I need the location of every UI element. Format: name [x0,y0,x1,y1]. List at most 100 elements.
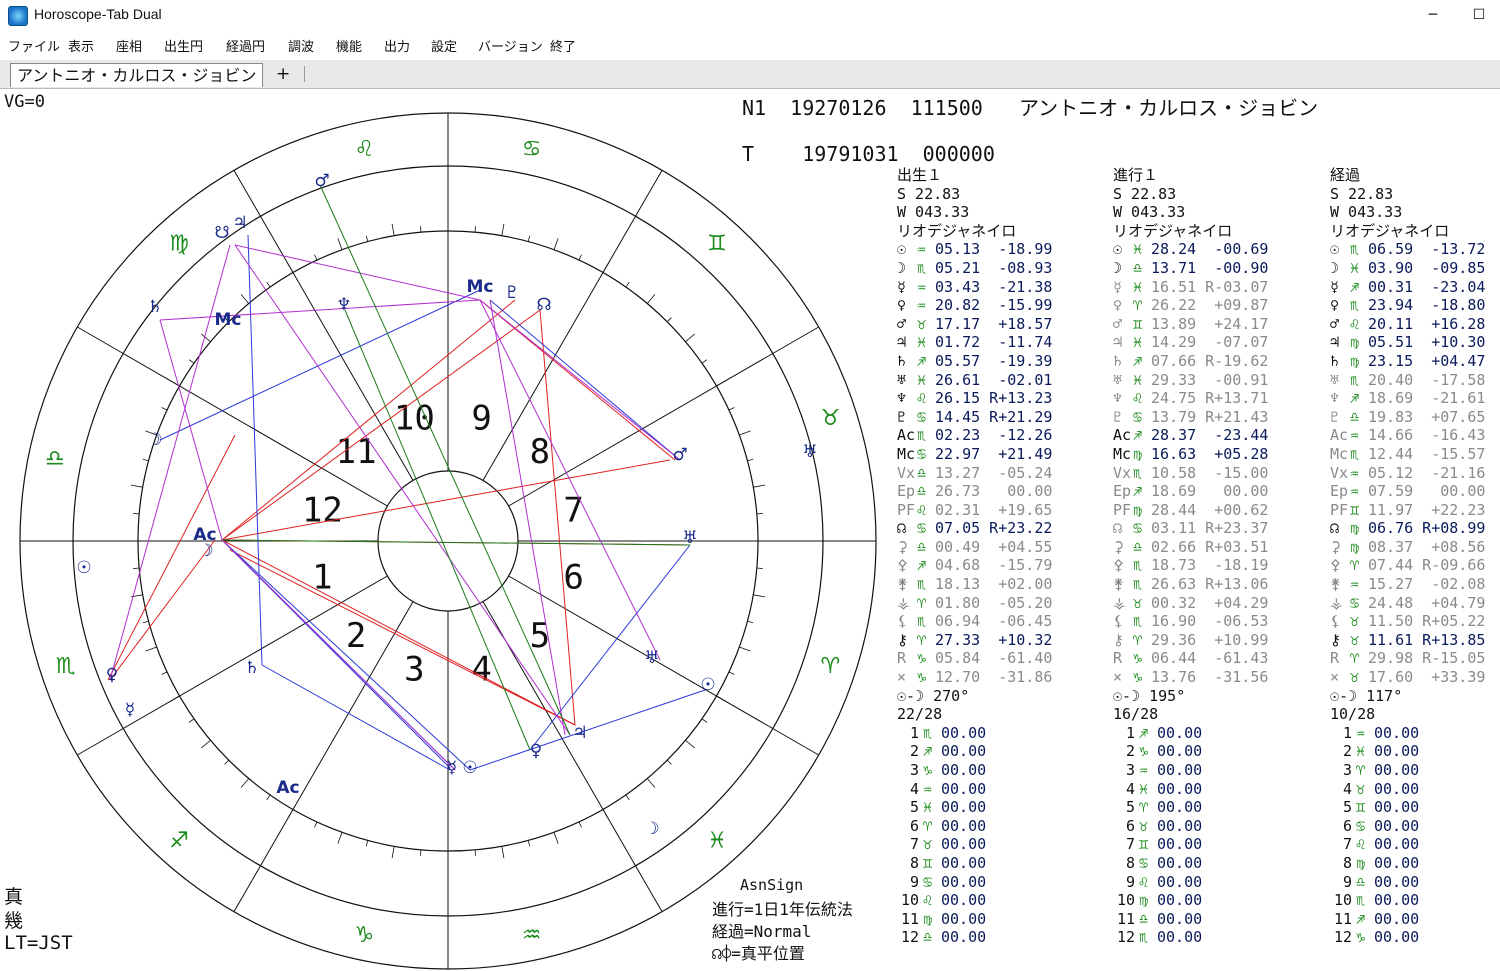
planet-row[interactable]: ☿ ♒ 03.43 -21.38 [897,278,1097,297]
planet-row[interactable]: ☊ ♋ 07.05 R+23.22 [897,519,1097,538]
planet-row[interactable]: ☊ ♍ 06.76 R+08.99 [1330,519,1500,538]
house-cusp-row[interactable]: 10 ♏ 00.00 [1330,891,1500,910]
menu-version[interactable]: バージョン [478,36,543,55]
house-cusp-row[interactable]: 3 ♈ 00.00 [1330,761,1500,780]
planet-row[interactable]: ⚶ ♉ 00.32 +04.29 [1113,594,1313,613]
planet-row[interactable]: ♂ ♉ 17.17 +18.57 [897,315,1097,334]
planet-row[interactable]: ☿ ♐ 00.31 -23.04 [1330,278,1500,297]
house-cusp-row[interactable]: 8 ♋ 00.00 [1113,854,1313,873]
menu-natal-circle[interactable]: 出生円 [164,36,203,55]
planet-row[interactable]: ♃ ♓ 01.72 -11.74 [897,333,1097,352]
planet-row[interactable]: Ac ♒ 14.66 -16.43 [1330,426,1500,445]
planet-row[interactable]: ♅ ♓ 26.61 -02.01 [897,371,1097,390]
house-cusp-row[interactable]: 9 ♋ 00.00 [897,873,1097,892]
planet-row[interactable]: ♀ ♈ 26.22 +09.87 [1113,296,1313,315]
planet-row[interactable]: ♀ ♏ 23.94 -18.80 [1330,296,1500,315]
planet-row[interactable]: ♄ ♐ 05.57 -19.39 [897,352,1097,371]
planet-row[interactable]: ⚴ ♏ 18.73 -18.19 [1113,556,1313,575]
planet-row[interactable]: ☉ ♏ 06.59 -13.72 [1330,240,1500,259]
house-cusp-row[interactable]: 11 ♐ 00.00 [1330,910,1500,929]
menu-file[interactable]: ファイル [8,36,60,55]
house-cusp-row[interactable]: 7 ♉ 00.00 [897,835,1097,854]
house-cusp-row[interactable]: 4 ♉ 00.00 [1330,780,1500,799]
planet-row[interactable]: Ac ♏ 02.23 -12.26 [897,426,1097,445]
planet-row[interactable]: ♇ ♋ 14.45 R+21.29 [897,408,1097,427]
planet-row[interactable]: ☿ ♓ 16.51 R-03.07 [1113,278,1313,297]
menu-view[interactable]: 表示 [68,36,94,55]
planet-row[interactable]: ☉ ♓ 28.24 -00.69 [1113,240,1313,259]
house-cusp-row[interactable]: 10 ♍ 00.00 [1113,891,1313,910]
house-cusp-row[interactable]: 9 ♌ 00.00 [1113,873,1313,892]
horoscope-wheel[interactable]: ♌ ♋♊♉♈♓♒♑♐♏♎♍123 456789101112♂♃♄☋Mc♆Mc ♇☊☽♂… [0,88,900,971]
house-cusp-row[interactable]: 12 ♎ 00.00 [897,928,1097,947]
house-cusp-row[interactable]: 6 ♈ 00.00 [897,817,1097,836]
house-cusp-row[interactable]: 6 ♋ 00.00 [1330,817,1500,836]
house-cusp-row[interactable]: 9 ♎ 00.00 [1330,873,1500,892]
house-cusp-row[interactable]: 10 ♌ 00.00 [897,891,1097,910]
planet-row[interactable]: ♂ ♊ 13.89 +24.17 [1113,315,1313,334]
planet-row[interactable]: ♀ ♒ 20.82 -15.99 [897,296,1097,315]
house-cusp-row[interactable]: 8 ♊ 00.00 [897,854,1097,873]
planet-row[interactable]: ☽ ♓ 03.90 -09.85 [1330,259,1500,278]
planet-row[interactable]: × ♑ 12.70 -31.86 [897,668,1097,687]
planet-row[interactable]: Mc ♍ 16.63 +05.28 [1113,445,1313,464]
planet-row[interactable]: ⚷ ♈ 29.36 +10.99 [1113,631,1313,650]
planet-row[interactable]: ♇ ♋ 13.79 R+21.43 [1113,408,1313,427]
planet-row[interactable]: ♂ ♌ 20.11 +16.28 [1330,315,1500,334]
planet-row[interactable]: ⚸ ♉ 11.50 R+05.22 [1330,612,1500,631]
planet-row[interactable]: ⚵ ♏ 26.63 R+13.06 [1113,575,1313,594]
planet-row[interactable]: ⚶ ♋ 24.48 +04.79 [1330,594,1500,613]
menu-exit[interactable]: 終了 [550,36,576,55]
house-cusp-row[interactable]: 7 ♊ 00.00 [1113,835,1313,854]
planet-row[interactable]: R ♑ 05.84 -61.40 [897,649,1097,668]
planet-row[interactable]: ☊ ♋ 03.11 R+23.37 [1113,519,1313,538]
planet-row[interactable]: ⚶ ♈ 01.80 -05.20 [897,594,1097,613]
house-cusp-row[interactable]: 12 ♏ 00.00 [1113,928,1313,947]
menu-output[interactable]: 出力 [384,36,410,55]
planet-row[interactable]: ⚴ ♈ 07.44 R-09.66 [1330,556,1500,575]
planet-row[interactable]: ♆ ♌ 26.15 R+13.23 [897,389,1097,408]
house-cusp-row[interactable]: 3 ♒ 00.00 [1113,761,1313,780]
planet-row[interactable]: PF ♍ 28.44 +00.62 [1113,501,1313,520]
menu-transit-circle[interactable]: 経過円 [226,36,265,55]
planet-row[interactable]: Mc ♏ 12.44 -15.57 [1330,445,1500,464]
house-cusp-row[interactable]: 12 ♑ 00.00 [1330,928,1500,947]
planet-row[interactable]: ☽ ♎ 13.71 -00.90 [1113,259,1313,278]
planet-row[interactable]: ⚳ ♎ 02.66 R+03.51 [1113,538,1313,557]
planet-row[interactable]: ☉ ♒ 05.13 -18.99 [897,240,1097,259]
planet-row[interactable]: ⚷ ♉ 11.61 R+13.85 [1330,631,1500,650]
planet-row[interactable]: ⚵ ♒ 15.27 -02.08 [1330,575,1500,594]
tab-chart[interactable]: アントニオ・カルロス・ジョビン [10,63,264,87]
planet-row[interactable]: ⚸ ♏ 06.94 -06.45 [897,612,1097,631]
house-cusp-row[interactable]: 11 ♍ 00.00 [897,910,1097,929]
house-cusp-row[interactable]: 4 ♒ 00.00 [897,780,1097,799]
planet-row[interactable]: Mc ♋ 22.97 +21.49 [897,445,1097,464]
house-cusp-row[interactable]: 5 ♓ 00.00 [897,798,1097,817]
house-cusp-row[interactable]: 7 ♌ 00.00 [1330,835,1500,854]
planet-row[interactable]: ⚳ ♍ 08.37 +08.56 [1330,538,1500,557]
planet-row[interactable]: ☽ ♏ 05.21 -08.93 [897,259,1097,278]
planet-row[interactable]: ♄ ♐ 07.66 R-19.62 [1113,352,1313,371]
menu-harmonic[interactable]: 調波 [288,36,314,55]
planet-row[interactable]: Vx ♏ 10.58 -15.00 [1113,464,1313,483]
house-cusp-row[interactable]: 2 ♐ 00.00 [897,742,1097,761]
house-cusp-row[interactable]: 11 ♎ 00.00 [1113,910,1313,929]
planet-row[interactable]: × ♉ 17.60 +33.39 [1330,668,1500,687]
planet-row[interactable]: ♅ ♏ 20.40 -17.58 [1330,371,1500,390]
planet-row[interactable]: × ♑ 13.76 -31.56 [1113,668,1313,687]
menu-settings[interactable]: 設定 [431,36,457,55]
house-cusp-row[interactable]: 1 ♏ 00.00 [897,724,1097,743]
menu-aspect[interactable]: 座相 [116,36,142,55]
house-cusp-row[interactable]: 8 ♍ 00.00 [1330,854,1500,873]
planet-row[interactable]: ♆ ♌ 24.75 R+13.71 [1113,389,1313,408]
house-cusp-row[interactable]: 5 ♊ 00.00 [1330,798,1500,817]
house-cusp-row[interactable]: 2 ♓ 00.00 [1330,742,1500,761]
house-cusp-row[interactable]: 1 ♐ 00.00 [1113,724,1313,743]
planet-row[interactable]: Ep ♒ 07.59 00.00 [1330,482,1500,501]
planet-row[interactable]: Ep ♎ 26.73 00.00 [897,482,1097,501]
planet-row[interactable]: Ac ♐ 28.37 -23.44 [1113,426,1313,445]
planet-row[interactable]: ⚴ ♐ 04.68 -15.79 [897,556,1097,575]
house-cusp-row[interactable]: 3 ♑ 00.00 [897,761,1097,780]
planet-row[interactable]: ⚸ ♏ 16.90 -06.53 [1113,612,1313,631]
planet-row[interactable]: ♃ ♍ 05.51 +10.30 [1330,333,1500,352]
